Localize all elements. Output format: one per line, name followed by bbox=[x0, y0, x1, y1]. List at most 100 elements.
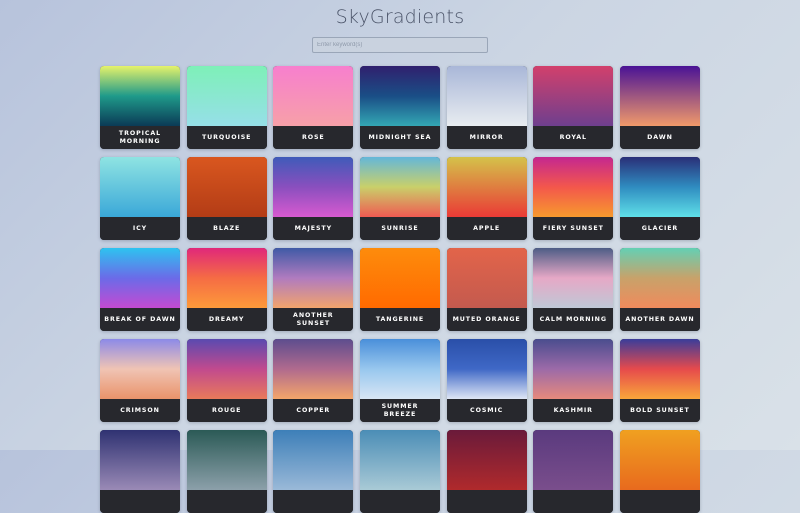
gradient-swatch bbox=[186, 430, 267, 490]
gradient-tile[interactable] bbox=[100, 430, 180, 513]
gradient-swatch bbox=[273, 339, 354, 399]
gradient-label bbox=[186, 490, 267, 513]
gradient-tile[interactable] bbox=[446, 430, 527, 513]
gradient-label: SUNRISE bbox=[359, 217, 440, 240]
gradient-swatch bbox=[100, 157, 180, 217]
gradient-label: DAWN bbox=[619, 126, 700, 149]
gradient-swatch bbox=[100, 248, 180, 308]
gradient-tile[interactable]: BOLD SUNSET bbox=[619, 339, 700, 422]
gradient-label: ANOTHER SUNSET bbox=[273, 308, 354, 331]
gradient-swatch bbox=[359, 248, 440, 308]
gradient-tile[interactable]: SUNRISE bbox=[359, 157, 440, 240]
gradient-swatch bbox=[273, 430, 354, 490]
gradient-swatch bbox=[446, 248, 527, 308]
gradient-label: CALM MORNING bbox=[533, 308, 614, 331]
gradient-swatch bbox=[619, 430, 700, 490]
gradient-label: GLACIER bbox=[619, 217, 700, 240]
gradient-label: DREAMY bbox=[186, 308, 267, 331]
gradient-label bbox=[273, 490, 354, 513]
gradient-label bbox=[533, 490, 614, 513]
gradient-tile[interactable]: MIDNIGHT SEA bbox=[359, 66, 440, 149]
gradient-label bbox=[359, 490, 440, 513]
gradient-swatch bbox=[273, 248, 354, 308]
gradient-swatch bbox=[100, 66, 180, 126]
gradient-label: BREAK OF DAWN bbox=[100, 308, 180, 331]
search-input[interactable] bbox=[312, 37, 488, 53]
gradient-tile[interactable]: TURQUOISE bbox=[186, 66, 267, 149]
gradient-swatch bbox=[446, 430, 527, 490]
gradient-label: MUTED ORANGE bbox=[446, 308, 527, 331]
gradient-label: COPPER bbox=[273, 399, 354, 422]
gradient-tile[interactable]: TROPICAL MORNING bbox=[100, 66, 180, 149]
gradient-swatch bbox=[100, 430, 180, 490]
gradient-swatch bbox=[186, 66, 267, 126]
gradient-swatch bbox=[533, 66, 614, 126]
gradient-label: SUMMER BREEZE bbox=[359, 399, 440, 422]
gradient-tile[interactable]: CALM MORNING bbox=[533, 248, 614, 331]
gradient-swatch bbox=[619, 157, 700, 217]
gradient-tile[interactable]: MAJESTY bbox=[273, 157, 354, 240]
gradient-tile[interactable]: MIRROR bbox=[446, 66, 527, 149]
gradient-tile[interactable]: ANOTHER DAWN bbox=[619, 248, 700, 331]
gradient-swatch bbox=[359, 430, 440, 490]
gradient-tile[interactable]: MUTED ORANGE bbox=[446, 248, 527, 331]
gradient-swatch bbox=[359, 339, 440, 399]
gradient-label: TROPICAL MORNING bbox=[100, 126, 180, 149]
gradient-tile[interactable]: FIERY SUNSET bbox=[533, 157, 614, 240]
gradient-label: ROSE bbox=[273, 126, 354, 149]
app-title: SkyGradients bbox=[335, 6, 465, 28]
gradient-label: CRIMSON bbox=[100, 399, 180, 422]
gradient-label: MAJESTY bbox=[273, 217, 354, 240]
gradient-swatch bbox=[533, 339, 614, 399]
gradient-swatch bbox=[533, 157, 614, 217]
gradient-tile[interactable]: ICY bbox=[100, 157, 180, 240]
gradient-label: ROYAL bbox=[533, 126, 614, 149]
gradient-swatch bbox=[273, 66, 354, 126]
gradient-tile[interactable] bbox=[273, 430, 354, 513]
gradient-swatch bbox=[533, 248, 614, 308]
gradient-swatch bbox=[446, 157, 527, 217]
gradient-tile[interactable]: ROYAL bbox=[533, 66, 614, 149]
gradient-tile[interactable]: ROSE bbox=[273, 66, 354, 149]
gradient-tile[interactable]: ROUGE bbox=[186, 339, 267, 422]
gradient-label: BOLD SUNSET bbox=[619, 399, 700, 422]
gradient-swatch bbox=[359, 157, 440, 217]
gradient-tile[interactable] bbox=[533, 430, 614, 513]
gradient-tile[interactable]: DAWN bbox=[619, 66, 700, 149]
gradient-label: ICY bbox=[100, 217, 180, 240]
gradient-label: TURQUOISE bbox=[186, 126, 267, 149]
gradient-swatch bbox=[619, 248, 700, 308]
gradient-label: MIRROR bbox=[446, 126, 527, 149]
gradient-swatch bbox=[100, 339, 180, 399]
gradient-label: ANOTHER DAWN bbox=[619, 308, 700, 331]
gradient-swatch bbox=[446, 66, 527, 126]
gradient-tile[interactable]: BREAK OF DAWN bbox=[100, 248, 180, 331]
gradient-tile[interactable]: APPLE bbox=[446, 157, 527, 240]
gradient-swatch bbox=[619, 339, 700, 399]
gradient-tile[interactable]: TANGERINE bbox=[359, 248, 440, 331]
gradient-label: FIERY SUNSET bbox=[533, 217, 614, 240]
gradient-tile[interactable]: GLACIER bbox=[619, 157, 700, 240]
gradient-swatch bbox=[359, 66, 440, 126]
gradient-tile[interactable]: SUMMER BREEZE bbox=[359, 339, 440, 422]
gradient-label: MIDNIGHT SEA bbox=[359, 126, 440, 149]
gradient-tile[interactable]: CRIMSON bbox=[100, 339, 180, 422]
gradient-label bbox=[100, 490, 180, 513]
gradient-tile[interactable]: COSMIC bbox=[446, 339, 527, 422]
gradient-swatch bbox=[186, 339, 267, 399]
gradient-label: APPLE bbox=[446, 217, 527, 240]
gradient-tile[interactable] bbox=[186, 430, 267, 513]
gradient-swatch bbox=[533, 430, 614, 490]
gradient-tile[interactable] bbox=[619, 430, 700, 513]
gradient-tile[interactable]: BLAZE bbox=[186, 157, 267, 240]
gradient-label: KASHMIR bbox=[533, 399, 614, 422]
gradient-swatch bbox=[186, 248, 267, 308]
gradient-swatch bbox=[619, 66, 700, 126]
gradient-label: TANGERINE bbox=[359, 308, 440, 331]
gradient-tile[interactable]: DREAMY bbox=[186, 248, 267, 331]
gradient-tile[interactable]: COPPER bbox=[273, 339, 354, 422]
gradient-tile[interactable]: ANOTHER SUNSET bbox=[273, 248, 354, 331]
gradient-tile[interactable]: KASHMIR bbox=[533, 339, 614, 422]
gradient-tile[interactable] bbox=[359, 430, 440, 513]
gradient-label: COSMIC bbox=[446, 399, 527, 422]
